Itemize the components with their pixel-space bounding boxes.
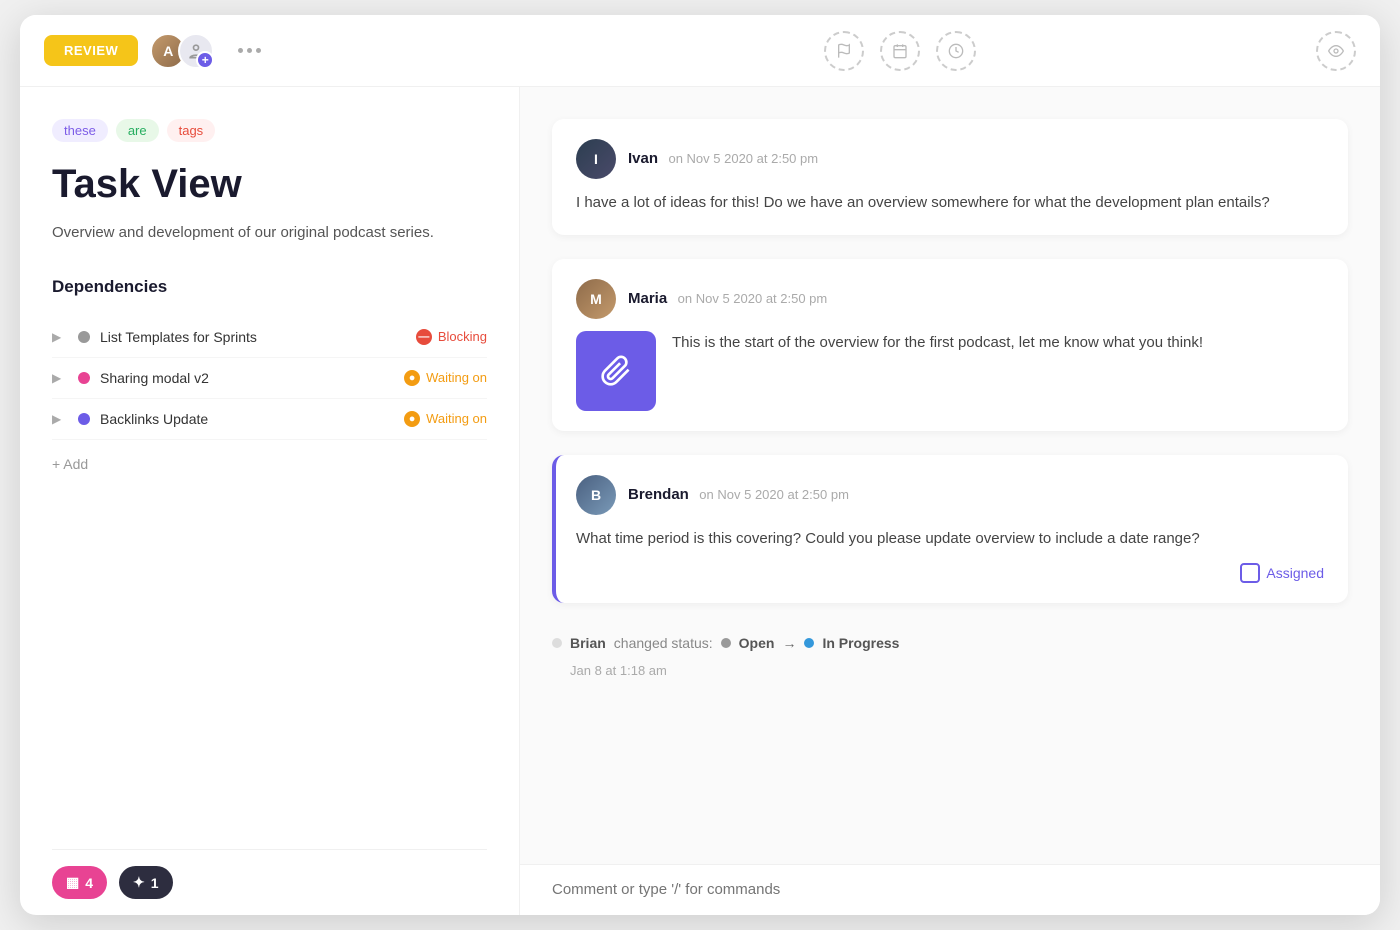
dependency-item-3: ▶ Backlinks Update ● Waiting on [52,399,487,440]
chevron-right-icon[interactable]: ▶ [52,330,68,344]
dependency-item-1: ▶ List Templates for Sprints — Blocking [52,317,487,358]
tags-row: these are tags [52,119,487,142]
status-dot-in-progress [804,638,814,648]
badge-pink[interactable]: ▦ 4 [52,866,107,899]
status-change-row: Brian changed status: Open → In Progress [552,627,1348,659]
status-dot-open [721,638,731,648]
comment-header: M Maria on Nov 5 2020 at 2:50 pm [576,279,1324,319]
page-title: Task View [52,162,487,206]
comment-input-area [520,864,1380,915]
comment-maria: M Maria on Nov 5 2020 at 2:50 pm [552,259,1348,431]
eye-button[interactable] [1316,31,1356,71]
comment-time: on Nov 5 2020 at 2:50 pm [699,487,849,502]
avatar-ivan: I [576,139,616,179]
tag-these[interactable]: these [52,119,108,142]
app-window: REVIEW A + [20,15,1380,915]
status-change-action: changed status: [614,635,713,651]
left-panel: these are tags Task View Overview and de… [20,87,520,915]
review-button[interactable]: REVIEW [44,35,138,66]
left-panel-footer: ▦ 4 ✦ 1 [52,849,487,915]
attachment-thumbnail[interactable] [576,331,656,411]
assigned-button[interactable]: Assigned [576,563,1324,583]
header-right [1256,31,1356,71]
comment-body: I have a lot of ideas for this! Do we ha… [576,191,1324,215]
dep-status-label: Blocking [438,329,487,344]
status-change-time: Jan 8 at 1:18 am [552,663,1348,678]
comments-area: I Ivan on Nov 5 2020 at 2:50 pm I have a… [520,87,1380,864]
status-to: In Progress [822,635,899,651]
dep-name[interactable]: List Templates for Sprints [100,329,406,345]
comment-brendan: B Brendan on Nov 5 2020 at 2:50 pm What … [552,455,1348,603]
main-content: these are tags Task View Overview and de… [20,87,1380,915]
badge-dark[interactable]: ✦ 1 [119,866,173,899]
waiting-icon: ● [404,411,420,427]
comment-ivan: I Ivan on Nov 5 2020 at 2:50 pm I have a… [552,119,1348,235]
avatar-brendan: B [576,475,616,515]
status-arrow: → [782,635,796,651]
clock-button[interactable] [936,31,976,71]
add-badge[interactable]: + [196,51,214,69]
more-options-button[interactable] [226,40,273,61]
comment-input[interactable] [552,881,1348,898]
tag-are[interactable]: are [116,119,159,142]
avatar-group: A + [150,33,214,69]
flag-button[interactable] [824,31,864,71]
tag-tags[interactable]: tags [167,119,216,142]
comment-author: Brendan [628,486,689,503]
dependency-item-2: ▶ Sharing modal v2 ● Waiting on [52,358,487,399]
chevron-right-icon[interactable]: ▶ [52,412,68,426]
comment-author: Ivan [628,150,658,167]
comment-with-attachment: This is the start of the overview for th… [576,331,1324,411]
status-change-wrapper: Brian changed status: Open → In Progress… [552,627,1348,678]
badge-pink-count: 4 [85,875,93,891]
avatar-maria: M [576,279,616,319]
dep-status-label: Waiting on [426,411,487,426]
assigned-label: Assigned [1266,565,1324,581]
waiting-icon: ● [404,370,420,386]
dep-status: ● Waiting on [404,411,487,427]
dep-status: — Blocking [416,329,487,345]
add-dependency-button[interactable]: + Add [52,456,487,492]
comment-author: Maria [628,290,667,307]
badge-dark-count: 1 [151,875,159,891]
badge-pink-icon: ▦ [66,874,79,891]
page-description: Overview and development of our original… [52,222,487,245]
dependencies-section-title: Dependencies [52,277,487,297]
comment-time: on Nov 5 2020 at 2:50 pm [678,291,828,306]
status-change-user: Brian [570,635,606,651]
dep-status-label: Waiting on [426,370,487,385]
comment-time: on Nov 5 2020 at 2:50 pm [668,151,818,166]
comment-header: B Brendan on Nov 5 2020 at 2:50 pm [576,475,1324,515]
header-left: REVIEW A + [44,33,544,69]
comment-body: This is the start of the overview for th… [672,331,1203,355]
header-center [544,31,1256,71]
dep-name[interactable]: Sharing modal v2 [100,370,394,386]
badge-dark-icon: ✦ [133,874,145,891]
blocking-icon: — [416,329,432,345]
status-from: Open [739,635,775,651]
right-panel: I Ivan on Nov 5 2020 at 2:50 pm I have a… [520,87,1380,915]
dep-status-dot [78,372,90,384]
add-member-button[interactable]: + [178,33,214,69]
comment-header: I Ivan on Nov 5 2020 at 2:50 pm [576,139,1324,179]
dep-status-dot [78,413,90,425]
assigned-checkbox[interactable] [1240,563,1260,583]
header: REVIEW A + [20,15,1380,87]
dep-name[interactable]: Backlinks Update [100,411,394,427]
comment-body: What time period is this covering? Could… [576,527,1324,551]
calendar-button[interactable] [880,31,920,71]
dep-status: ● Waiting on [404,370,487,386]
chevron-right-icon[interactable]: ▶ [52,371,68,385]
status-indicator [552,638,562,648]
dep-status-dot [78,331,90,343]
